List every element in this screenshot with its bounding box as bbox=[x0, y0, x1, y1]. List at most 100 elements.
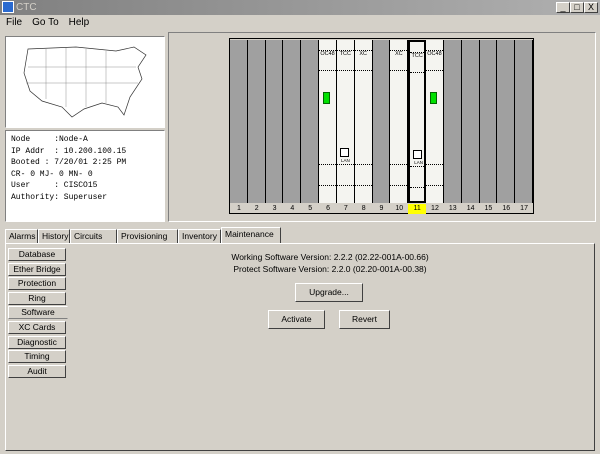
status-led-icon bbox=[323, 92, 331, 104]
menu-bar: File Go To Help bbox=[0, 15, 600, 31]
protect-software-version: Protect Software Version: 2.2.0 (02.20-0… bbox=[233, 264, 427, 274]
empty-slot-13[interactable] bbox=[443, 40, 462, 203]
card-label: XC bbox=[359, 51, 367, 57]
node-name: Node :Node-A bbox=[11, 135, 88, 144]
slot-number: 3 bbox=[272, 205, 277, 212]
subtab-xc-cards[interactable]: XC Cards bbox=[8, 321, 66, 334]
maximize-button[interactable]: □ bbox=[570, 2, 584, 13]
card-bottom-latch bbox=[354, 185, 372, 186]
user: User : CISCO15 bbox=[11, 181, 98, 190]
card-label: TCC bbox=[339, 51, 351, 57]
empty-slot-5[interactable] bbox=[301, 40, 320, 203]
slot-number: 4 bbox=[290, 205, 295, 212]
menu-file[interactable]: File bbox=[6, 17, 22, 28]
tab-history[interactable]: History bbox=[38, 229, 70, 244]
menu-go-to[interactable]: Go To bbox=[32, 17, 59, 28]
tab-circuits[interactable]: Circuits bbox=[70, 229, 117, 244]
divider bbox=[390, 70, 408, 71]
card-bottom-latch bbox=[336, 185, 354, 186]
slot-number: 9 bbox=[379, 205, 384, 212]
divider bbox=[319, 164, 336, 165]
divider bbox=[426, 164, 443, 165]
divider bbox=[410, 72, 425, 73]
divider bbox=[336, 164, 354, 165]
subtab-protection[interactable]: Protection bbox=[8, 277, 66, 291]
tab-inventory[interactable]: Inventory bbox=[178, 229, 221, 244]
working-software-version: Working Software Version: 2.2.2 (02.22-0… bbox=[231, 252, 429, 262]
divider bbox=[354, 164, 372, 165]
empty-slot-2[interactable] bbox=[247, 40, 266, 203]
subtab-timing[interactable]: Timing bbox=[8, 350, 66, 364]
card-label: OC48 bbox=[320, 51, 335, 57]
menu-help[interactable]: Help bbox=[69, 17, 90, 28]
tab-provisioning[interactable]: Provisioning bbox=[117, 229, 178, 244]
empty-slot-1[interactable] bbox=[230, 40, 248, 203]
slot-number: 15 bbox=[484, 205, 493, 212]
card-slot-6[interactable]: OC48 bbox=[319, 40, 337, 203]
divider bbox=[426, 70, 443, 71]
empty-slot-9[interactable] bbox=[372, 40, 391, 203]
empty-slot-4[interactable] bbox=[283, 40, 302, 203]
slot-number: 7 bbox=[343, 205, 348, 212]
card-bottom-latch bbox=[410, 187, 425, 188]
alarm-counts: CR- 0 MJ- 0 MN- 0 bbox=[11, 169, 93, 179]
divider bbox=[410, 166, 425, 167]
authority: Authority: Superuser bbox=[11, 192, 108, 202]
empty-slot-14[interactable] bbox=[461, 40, 480, 203]
title-bar: CTC bbox=[0, 0, 600, 15]
upgrade-button[interactable]: Upgrade... bbox=[295, 283, 363, 302]
card-bottom-latch bbox=[426, 185, 443, 186]
lan-label: LAN bbox=[340, 158, 350, 163]
lan-port-icon bbox=[413, 150, 423, 159]
card-slot-7[interactable]: TCC LAN bbox=[336, 40, 355, 203]
subtab-database[interactable]: Database bbox=[8, 248, 66, 261]
slot-number: 13 bbox=[448, 205, 457, 212]
shelf: 1 2 3 4 5 OC48 6 TCC LAN 7 XC 8 9 XC 10 TCC LAN 11 OC48 12 1… bbox=[229, 38, 534, 214]
empty-slot-17[interactable] bbox=[515, 40, 533, 203]
slot-number: 5 bbox=[308, 205, 313, 212]
window-title: CTC bbox=[16, 2, 37, 13]
slot-number: 2 bbox=[254, 205, 259, 212]
card-bottom-latch bbox=[319, 185, 336, 186]
card-label: TCC bbox=[411, 53, 423, 59]
lan-port-icon bbox=[339, 148, 349, 157]
slot-number: 17 bbox=[520, 205, 528, 212]
slot-number: 6 bbox=[326, 205, 330, 212]
subtab-audit[interactable]: Audit bbox=[8, 364, 66, 378]
network-map[interactable] bbox=[5, 36, 165, 128]
maintenance-panel bbox=[5, 243, 595, 451]
empty-slot-3[interactable] bbox=[265, 40, 284, 203]
empty-slot-15[interactable] bbox=[479, 40, 498, 203]
card-slot-10[interactable]: XC bbox=[390, 40, 409, 203]
booted-time: Booted : 7/20/01 2:25 PM bbox=[11, 158, 127, 167]
status-led-icon bbox=[430, 92, 438, 104]
subtab-software[interactable]: Software bbox=[8, 306, 68, 320]
card-label: XC bbox=[394, 51, 403, 57]
activate-button[interactable]: Activate bbox=[268, 310, 325, 329]
lan-label: LAN bbox=[414, 160, 423, 165]
subtab-ring[interactable]: Ring bbox=[8, 291, 66, 305]
empty-slot-16[interactable] bbox=[497, 40, 516, 203]
revert-button[interactable]: Revert bbox=[339, 310, 390, 329]
slot-number: 14 bbox=[466, 205, 475, 212]
card-slot-8[interactable]: XC bbox=[354, 40, 373, 203]
card-slot-11[interactable]: TCC LAN bbox=[408, 40, 427, 203]
divider bbox=[354, 70, 372, 71]
ip-address: IP Addr : 10.200.100.15 bbox=[11, 146, 127, 156]
app-icon bbox=[2, 1, 14, 13]
divider bbox=[319, 70, 336, 71]
slot-number: 16 bbox=[502, 205, 511, 212]
close-button[interactable]: X bbox=[584, 2, 598, 13]
subtab-diagnostic[interactable]: Diagnostic bbox=[8, 335, 66, 349]
tab-maintenance[interactable]: Maintenance bbox=[221, 227, 281, 244]
card-bottom-latch bbox=[390, 185, 408, 186]
node-info-panel: Node :Node-A IP Addr : 10.200.100.15 Boo… bbox=[5, 130, 165, 222]
slot-number: 11 bbox=[408, 204, 427, 214]
tab-alarms[interactable]: Alarms bbox=[5, 229, 38, 244]
slot-number: 10 bbox=[395, 205, 404, 212]
slot-number: 1 bbox=[236, 205, 241, 212]
card-slot-12[interactable]: OC48 bbox=[426, 40, 444, 203]
subtab-ether-bridge[interactable]: Ether Bridge bbox=[8, 262, 66, 276]
slot-number: 12 bbox=[431, 205, 439, 212]
minimize-button[interactable]: _ bbox=[556, 2, 570, 13]
